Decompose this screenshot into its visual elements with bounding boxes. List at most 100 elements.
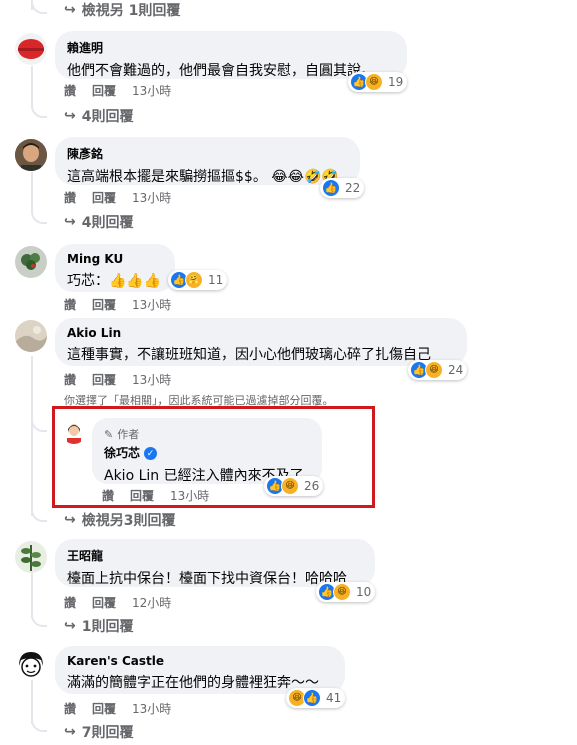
person-photo-avatar-icon — [15, 139, 47, 171]
pencil-icon: ✎ — [104, 427, 114, 441]
view-more-replies-label: 檢視另 1則回覆 — [81, 3, 181, 19]
comment-actions: 讚 回覆 13小時 — [64, 700, 171, 717]
comment-author[interactable]: Karen's Castle — [67, 654, 333, 668]
author-badge-label: 作者 — [117, 428, 140, 441]
reaction-count: 22 — [345, 181, 361, 195]
view-more-replies-label: 檢視另3則回覆 — [81, 513, 176, 529]
timestamp[interactable]: 13小時 — [132, 371, 171, 388]
reaction-summary[interactable]: 👍 😆 10 — [316, 582, 376, 602]
verified-badge-icon: ✓ — [144, 447, 158, 460]
view-replies-link[interactable]: ↪ 7則回覆 — [64, 722, 133, 742]
reply-button[interactable]: 回覆 — [92, 82, 116, 99]
timestamp[interactable]: 13小時 — [132, 189, 171, 206]
reply-button[interactable]: 回覆 — [130, 487, 154, 504]
like-button[interactable]: 讚 — [102, 487, 114, 504]
care-icon: 🤗 — [185, 271, 203, 289]
reply-button[interactable]: 回覆 — [92, 189, 116, 206]
reaction-count: 10 — [356, 585, 372, 599]
view-more-replies-link[interactable]: ↪ 檢視另 1則回覆 — [64, 0, 180, 20]
avatar[interactable] — [15, 246, 47, 278]
like-button[interactable]: 讚 — [64, 371, 76, 388]
comment-bubble: Karen's Castle 滿滿的簡體字正在他們的身體裡狂奔～～ — [55, 646, 345, 694]
view-replies-label: 1則回覆 — [81, 619, 134, 635]
reaction-summary[interactable]: 😆 👍 41 — [286, 688, 346, 708]
reply-arrow-icon: ↪ — [64, 512, 76, 528]
comment-actions: 讚 回覆 13小時 — [64, 371, 171, 388]
view-replies-link[interactable]: ↪ 1則回覆 — [64, 616, 133, 636]
reply-button[interactable]: 回覆 — [92, 371, 116, 388]
author-name[interactable]: 徐巧芯 — [104, 446, 140, 460]
like-button[interactable]: 讚 — [64, 700, 76, 717]
reaction-count: 19 — [388, 75, 404, 89]
reply-arrow-icon: ↪ — [64, 108, 76, 124]
timestamp[interactable]: 13小時 — [132, 700, 171, 717]
nature-photo-avatar-icon — [15, 320, 47, 352]
comment-actions: 讚 回覆 13小時 — [64, 189, 171, 206]
plant-photo-avatar-icon — [15, 541, 47, 573]
view-replies-label: 4則回覆 — [81, 109, 134, 125]
author-reply-actions: 讚 回覆 13小時 — [102, 487, 209, 504]
view-more-replies-link[interactable]: ↪ 檢視另3則回覆 — [64, 510, 175, 530]
timestamp[interactable]: 13小時 — [132, 296, 171, 313]
haha-icon: 😆 — [425, 361, 443, 379]
comment-bubble: 王昭龍 檯面上抗中保台！檯面下找中資保台！哈哈哈 — [55, 539, 375, 587]
comment-author[interactable]: Akio Lin — [67, 326, 455, 340]
comment-text: 這高端根本擺是來騙撈摳摳$$。 😂😂🤣🤣 — [67, 169, 339, 185]
reaction-count: 11 — [208, 273, 224, 287]
reaction-summary[interactable]: 👍 😆 24 — [408, 360, 468, 380]
reply-button[interactable]: 回覆 — [92, 700, 116, 717]
avatar[interactable] — [15, 648, 47, 680]
reaction-summary[interactable]: 👍 😆 19 — [348, 72, 408, 92]
like-button[interactable]: 讚 — [64, 82, 76, 99]
comment-author[interactable]: Ming KU — [67, 252, 163, 266]
comment-text: 巧芯：👍👍👍 — [67, 273, 162, 289]
comment-actions: 讚 回覆 13小時 — [64, 82, 171, 99]
comment-actions: 讚 回覆 12小時 — [64, 594, 171, 611]
reaction-summary[interactable]: 👍 🤗 11 — [168, 270, 228, 290]
comment-author[interactable]: 賴進明 — [67, 39, 395, 56]
view-replies-label: 7則回覆 — [81, 725, 134, 741]
avatar[interactable] — [15, 320, 47, 352]
red-disc-avatar-icon — [15, 33, 47, 65]
avatar[interactable] — [15, 541, 47, 573]
haha-icon: 😆 — [333, 583, 351, 601]
author-reply-bubble: ✎ 作者 徐巧芯 ✓ Akio Lin 已經注入體內來不及了 — [92, 418, 322, 484]
comment-author[interactable]: 陳彥銘 — [67, 145, 348, 162]
author-avatar[interactable] — [62, 420, 86, 444]
reply-arrow-icon: ↪ — [64, 618, 76, 634]
timestamp[interactable]: 12小時 — [132, 594, 171, 611]
comment-bubble: 陳彥銘 這高端根本擺是來騙撈摳摳$$。 😂😂🤣🤣 — [55, 137, 360, 185]
reply-arrow-icon: ↪ — [64, 724, 76, 740]
like-icon: 👍 — [303, 689, 321, 707]
plant-photo-avatar-icon — [15, 246, 47, 278]
like-button[interactable]: 讚 — [64, 594, 76, 611]
reply-arrow-icon: ↪ — [64, 2, 76, 18]
avatar[interactable] — [15, 139, 47, 171]
reaction-summary[interactable]: 👍 22 — [320, 178, 365, 198]
reply-button[interactable]: 回覆 — [92, 594, 116, 611]
avatar[interactable] — [15, 33, 47, 65]
like-icon: 👍 — [322, 179, 340, 197]
cartoon-face-avatar-icon — [15, 648, 47, 680]
reply-arrow-icon: ↪ — [64, 214, 76, 230]
reply-button[interactable]: 回覆 — [92, 296, 116, 313]
haha-icon: 😆 — [281, 477, 299, 495]
like-button[interactable]: 讚 — [64, 296, 76, 313]
view-replies-link[interactable]: ↪ 4則回覆 — [64, 212, 133, 232]
reaction-summary[interactable]: 👍 😆 26 — [264, 476, 324, 496]
comment-actions: 讚 回覆 13小時 — [64, 296, 171, 313]
like-button[interactable]: 讚 — [64, 189, 76, 206]
reaction-count: 24 — [448, 363, 464, 377]
comment-author[interactable]: 王昭龍 — [67, 547, 363, 564]
timestamp[interactable]: 13小時 — [132, 82, 171, 99]
author-badge: ✎ 作者 — [104, 426, 310, 442]
comment-bubble: Akio Lin 這種事實，不讓班班知道，因小心他們玻璃心碎了扎傷自己 — [55, 318, 467, 366]
view-replies-link[interactable]: ↪ 4則回覆 — [64, 106, 133, 126]
reaction-count: 41 — [326, 691, 342, 705]
comment-text: 這種事實，不讓班班知道，因小心他們玻璃心碎了扎傷自己 — [67, 347, 431, 363]
view-replies-label: 4則回覆 — [81, 215, 134, 231]
comment-text: 他們不會難過的，他們最會自我安慰，自圓其說。 — [67, 63, 375, 79]
comment-bubble: Ming KU 巧芯：👍👍👍 — [55, 244, 175, 292]
timestamp[interactable]: 13小時 — [170, 487, 209, 504]
haha-icon: 😆 — [365, 73, 383, 91]
